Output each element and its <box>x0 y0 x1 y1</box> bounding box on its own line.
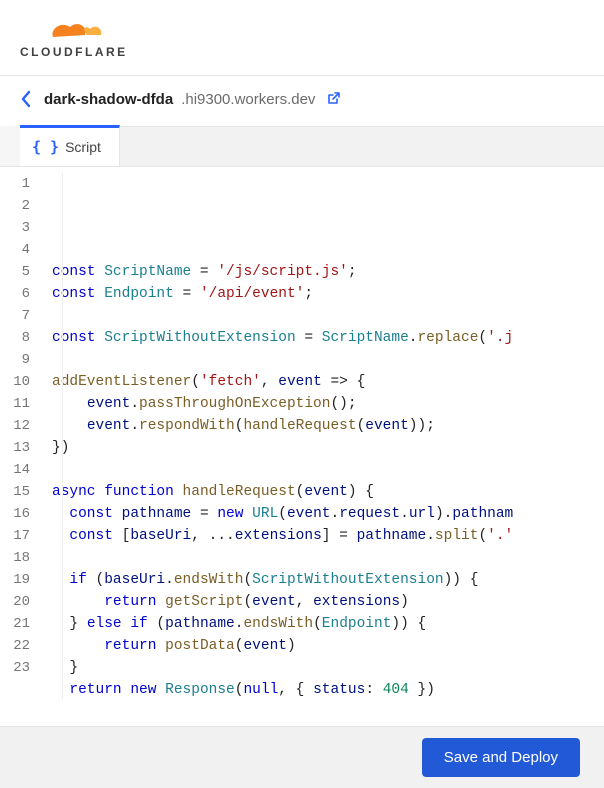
code-line[interactable] <box>52 305 604 327</box>
app-header: CLOUDFLARE <box>0 0 604 76</box>
code-line[interactable]: addEventListener('fetch', event => { <box>52 371 604 393</box>
code-line[interactable]: const ScriptWithoutExtension = ScriptNam… <box>52 327 604 349</box>
code-line[interactable]: }) <box>52 437 604 459</box>
line-number: 23 <box>0 657 30 679</box>
line-number: 7 <box>0 305 30 327</box>
line-number: 10 <box>0 371 30 393</box>
editor-tabs: { } Script <box>0 126 604 167</box>
code-line[interactable]: return postData(event) <box>52 635 604 657</box>
tab-label: Script <box>65 139 101 155</box>
cloudflare-cloud-icon <box>39 17 109 43</box>
code-line[interactable]: if (baseUri.endsWith(ScriptWithoutExtens… <box>52 569 604 591</box>
line-number: 17 <box>0 525 30 547</box>
code-line[interactable]: event.passThroughOnException(); <box>52 393 604 415</box>
brand-name: CLOUDFLARE <box>20 45 128 59</box>
line-number: 16 <box>0 503 30 525</box>
braces-icon: { } <box>22 138 59 156</box>
brand-logo: CLOUDFLARE <box>20 17 128 59</box>
line-number: 2 <box>0 195 30 217</box>
code-line[interactable]: return getScript(event, extensions) <box>52 591 604 613</box>
tabs-empty-area <box>120 126 604 166</box>
code-line[interactable]: } <box>52 657 604 679</box>
line-number: 15 <box>0 481 30 503</box>
line-number: 6 <box>0 283 30 305</box>
code-line[interactable]: const pathname = new URL(event.request.u… <box>52 503 604 525</box>
code-line[interactable] <box>52 547 604 569</box>
line-number: 18 <box>0 547 30 569</box>
tab-script[interactable]: { } Script <box>20 125 120 166</box>
line-number: 13 <box>0 437 30 459</box>
external-link-icon[interactable] <box>325 91 341 107</box>
project-name[interactable]: dark-shadow-dfda <box>44 91 173 108</box>
line-number: 12 <box>0 415 30 437</box>
back-chevron-icon[interactable] <box>20 90 34 108</box>
breadcrumb: dark-shadow-dfda .hi9300.workers.dev <box>0 76 604 126</box>
code-line[interactable]: async function handleRequest(event) { <box>52 481 604 503</box>
code-line[interactable]: const [baseUri, ...extensions] = pathnam… <box>52 525 604 547</box>
code-line[interactable] <box>52 349 604 371</box>
code-line[interactable]: event.respondWith(handleRequest(event)); <box>52 415 604 437</box>
line-number: 3 <box>0 217 30 239</box>
indent-guide <box>62 173 63 699</box>
editor-footer: Save and Deploy <box>0 726 604 788</box>
line-number: 1 <box>0 173 30 195</box>
line-number: 9 <box>0 349 30 371</box>
line-number: 5 <box>0 261 30 283</box>
project-domain: .hi9300.workers.dev <box>181 91 315 108</box>
line-number: 19 <box>0 569 30 591</box>
save-and-deploy-button[interactable]: Save and Deploy <box>422 738 580 777</box>
line-number: 21 <box>0 613 30 635</box>
code-line[interactable]: } else if (pathname.endsWith(Endpoint)) … <box>52 613 604 635</box>
line-number: 4 <box>0 239 30 261</box>
line-number-gutter: 1234567891011121314151617181920212223 <box>0 167 44 699</box>
code-line[interactable]: const ScriptName = '/js/script.js'; <box>52 261 604 283</box>
line-number: 8 <box>0 327 30 349</box>
current-line-highlight <box>44 173 604 195</box>
code-area[interactable]: const ScriptName = '/js/script.js';const… <box>44 167 604 699</box>
code-line[interactable]: const Endpoint = '/api/event'; <box>52 283 604 305</box>
line-number: 11 <box>0 393 30 415</box>
line-number: 20 <box>0 591 30 613</box>
code-editor[interactable]: 1234567891011121314151617181920212223 co… <box>0 167 604 699</box>
code-line[interactable]: return new Response(null, { status: 404 … <box>52 679 604 699</box>
line-number: 22 <box>0 635 30 657</box>
line-number: 14 <box>0 459 30 481</box>
code-line[interactable] <box>52 459 604 481</box>
